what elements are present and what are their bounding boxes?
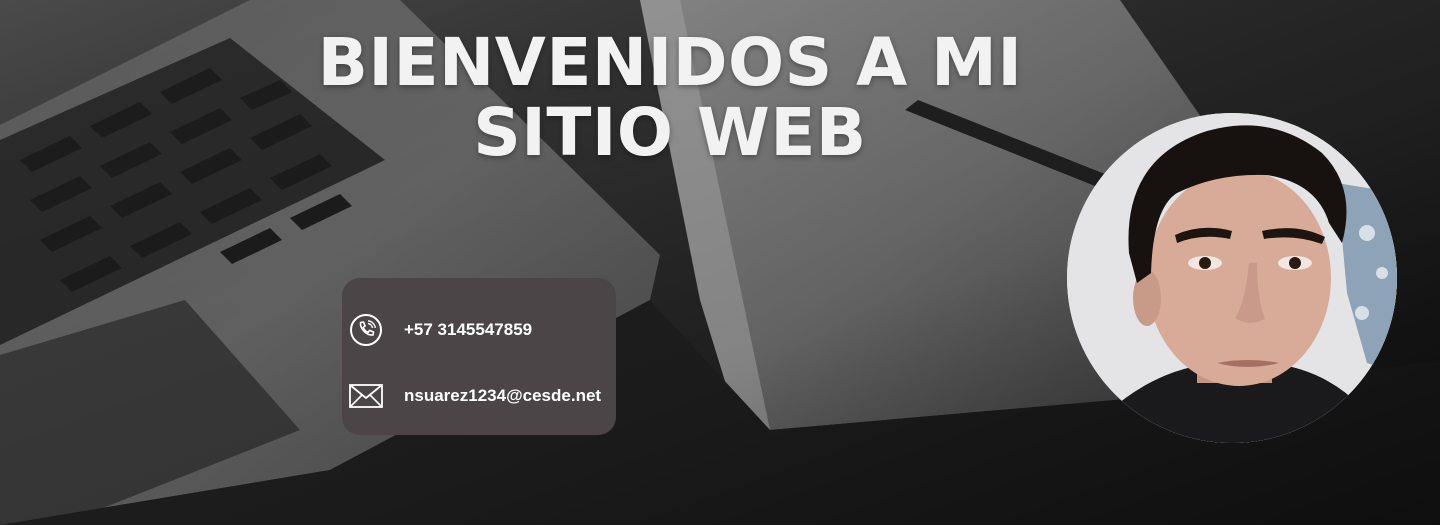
phone-icon <box>348 312 384 348</box>
contact-email: nsuarez1234@cesde.net <box>404 386 602 405</box>
page-title: BIENVENIDOS A MI SITIO WEB <box>270 28 1070 168</box>
page-title-line-2: SITIO WEB <box>473 94 867 171</box>
envelope-icon <box>348 378 384 414</box>
contact-email-row[interactable]: nsuarez1234@cesde.net <box>348 378 601 414</box>
profile-photo <box>1067 113 1397 443</box>
contact-phone-row[interactable]: +57 3145547859 <box>348 312 532 348</box>
contact-phone: +57 3145547859 <box>404 320 533 339</box>
hero-banner: BIENVENIDOS A MI SITIO WEB +57 314554785… <box>0 0 1440 525</box>
contact-card: +57 3145547859 nsuarez1234@cesde.net <box>342 278 616 435</box>
page-title-line-1: BIENVENIDOS A MI <box>317 24 1023 101</box>
